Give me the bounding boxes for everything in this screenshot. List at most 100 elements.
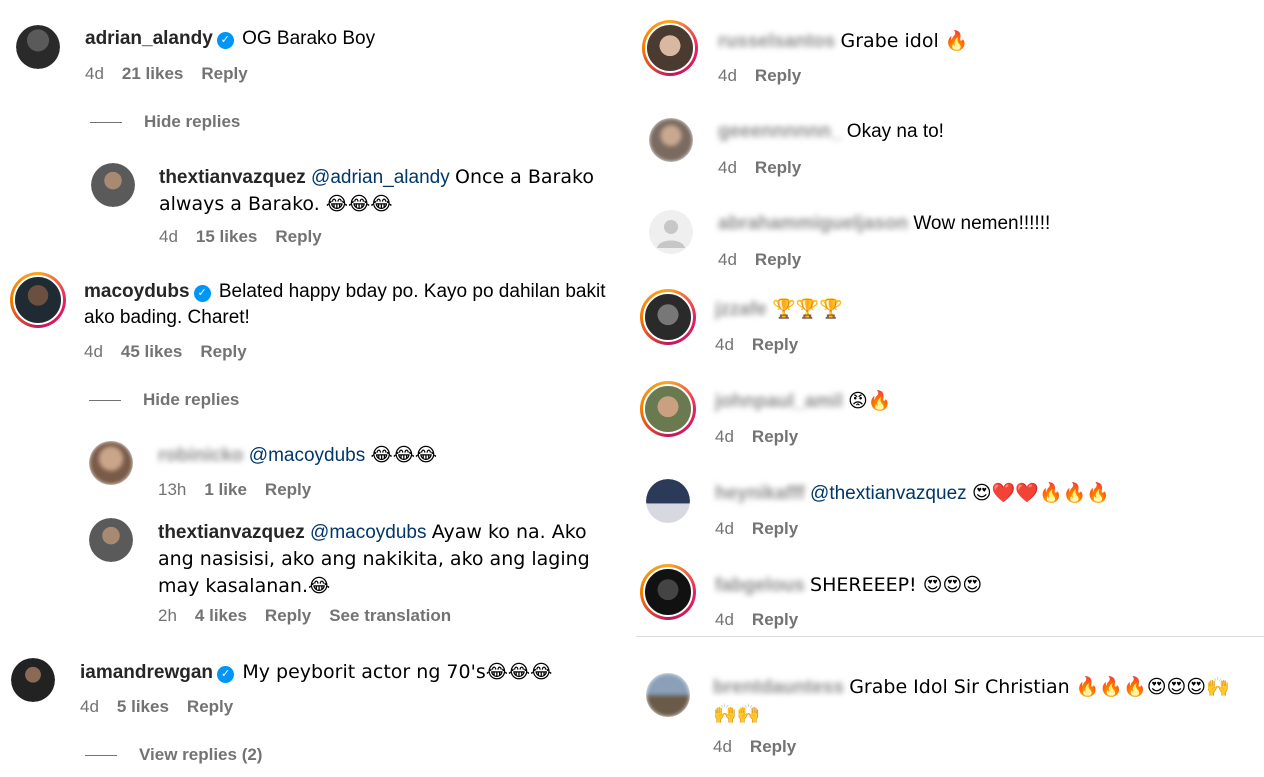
reply-button[interactable]: Reply — [755, 66, 801, 85]
username-link[interactable]: adrian_alandy — [85, 28, 213, 49]
comment-meta: 4d 21 likes Reply — [85, 64, 266, 84]
divider-dash — [89, 400, 121, 402]
hide-replies-button[interactable]: Hide replies — [90, 112, 240, 132]
reply-button[interactable]: Reply — [755, 158, 801, 177]
comment-meta: 4d Reply — [718, 158, 819, 178]
avatar[interactable] — [646, 479, 690, 523]
comment-meta: 4d Reply — [715, 519, 816, 539]
comment-body: Wow nemen!!!!!! — [913, 213, 1051, 234]
comment-meta: 4d Reply — [715, 427, 816, 447]
comment-meta: 4d 15 likes Reply — [159, 227, 340, 247]
comment-body: Okay na to! — [846, 121, 944, 142]
comment-body: 😡🔥 — [848, 390, 892, 412]
comment-text: russelsantos Grabe idol 🔥 — [718, 28, 968, 55]
comment-body: 😂😂😂 — [370, 444, 438, 466]
reply-button[interactable]: Reply — [752, 427, 798, 446]
timestamp: 4d — [84, 342, 103, 361]
comment-text: robinicko @macoydubs 😂😂😂 — [158, 442, 437, 469]
timestamp: 4d — [85, 64, 104, 83]
toggle-label: Hide replies — [144, 112, 241, 131]
comment-meta: 4d 5 likes Reply — [80, 697, 251, 717]
comment-body: 😍❤️❤️🔥🔥🔥 — [971, 482, 1111, 504]
username-link[interactable]: heynikafff — [715, 483, 805, 504]
username-link[interactable]: fabgelous — [715, 575, 805, 596]
comment-body: Grabe idol 🔥 — [840, 30, 969, 52]
timestamp: 2h — [158, 606, 177, 625]
avatar[interactable] — [89, 441, 133, 485]
username-link[interactable]: macoydubs — [84, 281, 190, 302]
username-link[interactable]: robinicko — [158, 445, 244, 466]
reply-button[interactable]: Reply — [752, 519, 798, 538]
comment-text: macoydubs ✓ Belated happy bday po. Kayo p… — [84, 279, 614, 331]
comment-body: My peyborit actor ng 70's😂😂😂 — [242, 661, 553, 683]
likes-count[interactable]: 4 likes — [195, 606, 247, 625]
mention-link[interactable]: @macoydubs — [310, 522, 426, 543]
mention-link[interactable]: @macoydubs — [249, 445, 365, 466]
section-divider — [636, 636, 1264, 637]
reply-button[interactable]: Reply — [275, 227, 321, 246]
comment-body: 🏆🏆🏆 — [772, 298, 844, 320]
person-icon — [657, 220, 685, 248]
username-link[interactable]: abrahammigueljason — [718, 213, 908, 234]
likes-count[interactable]: 5 likes — [117, 697, 169, 716]
reply-button[interactable]: Reply — [752, 335, 798, 354]
username-link[interactable]: thextianvazquez — [158, 522, 305, 543]
likes-count[interactable]: 21 likes — [122, 64, 183, 83]
hide-replies-button[interactable]: Hide replies — [89, 390, 239, 410]
verified-badge-icon: ✓ — [193, 285, 211, 302]
comment-text: heynikafff @thextianvazquez 😍❤️❤️🔥🔥🔥 — [715, 480, 1110, 507]
mention-link[interactable]: @adrian_alandy — [311, 167, 450, 188]
timestamp: 4d — [715, 519, 734, 538]
timestamp: 4d — [718, 250, 737, 269]
comment-meta: 4d Reply — [718, 250, 819, 270]
avatar-story-ring[interactable] — [10, 272, 66, 328]
username-link[interactable]: iamandrewgan — [80, 662, 213, 683]
reply-button[interactable]: Reply — [200, 342, 246, 361]
username-link[interactable]: jzzafe — [715, 299, 767, 320]
default-avatar-icon[interactable] — [649, 210, 693, 254]
avatar-story-ring[interactable] — [640, 564, 696, 620]
comment-meta: 2h 4 likes Reply See translation — [158, 606, 469, 626]
likes-count[interactable]: 45 likes — [121, 342, 182, 361]
comment-meta: 13h 1 like Reply — [158, 480, 329, 500]
reply-button[interactable]: Reply — [265, 480, 311, 499]
avatar-story-ring[interactable] — [640, 381, 696, 437]
comment-meta: 4d Reply — [718, 66, 819, 86]
comment-text: iamandrewgan ✓ My peyborit actor ng 70's😂… — [80, 659, 552, 686]
avatar-story-ring[interactable] — [642, 20, 698, 76]
timestamp: 4d — [715, 427, 734, 446]
reply-button[interactable]: Reply — [752, 610, 798, 629]
reply-button[interactable]: Reply — [755, 250, 801, 269]
avatar[interactable] — [89, 518, 133, 562]
avatar[interactable] — [16, 25, 60, 69]
username-link[interactable]: brentdauntess — [713, 677, 844, 698]
username-link[interactable]: thextianvazquez — [159, 167, 306, 188]
mention-link[interactable]: @thextianvazquez — [810, 483, 967, 504]
comment-text: fabgelous SHEREEEP! 😍😍😍 — [715, 572, 982, 599]
comment-text: brentdauntess Grabe Idol Sir Christian 🔥… — [713, 674, 1253, 728]
timestamp: 4d — [718, 158, 737, 177]
username-link[interactable]: johnpaul_amil — [715, 391, 843, 412]
avatar[interactable] — [646, 673, 690, 717]
username-link[interactable]: geeennnnnn_ — [718, 121, 842, 142]
avatar-story-ring[interactable] — [640, 289, 696, 345]
comment-text: johnpaul_amil 😡🔥 — [715, 388, 892, 415]
avatar[interactable] — [11, 658, 55, 702]
reply-button[interactable]: Reply — [201, 64, 247, 83]
username-link[interactable]: russelsantos — [718, 31, 835, 52]
see-translation-button[interactable]: See translation — [329, 606, 451, 625]
view-replies-button[interactable]: View replies (2) — [85, 745, 262, 765]
likes-count[interactable]: 15 likes — [196, 227, 257, 246]
toggle-label: Hide replies — [143, 390, 240, 409]
reply-button[interactable]: Reply — [750, 737, 796, 756]
verified-badge-icon: ✓ — [217, 666, 235, 683]
reply-button[interactable]: Reply — [265, 606, 311, 625]
timestamp: 4d — [715, 335, 734, 354]
comment-meta: 4d Reply — [715, 610, 816, 630]
likes-count[interactable]: 1 like — [204, 480, 247, 499]
divider-dash — [90, 122, 122, 124]
comment-text: jzzafe 🏆🏆🏆 — [715, 296, 843, 323]
reply-button[interactable]: Reply — [187, 697, 233, 716]
avatar[interactable] — [91, 163, 135, 207]
avatar[interactable] — [649, 118, 693, 162]
